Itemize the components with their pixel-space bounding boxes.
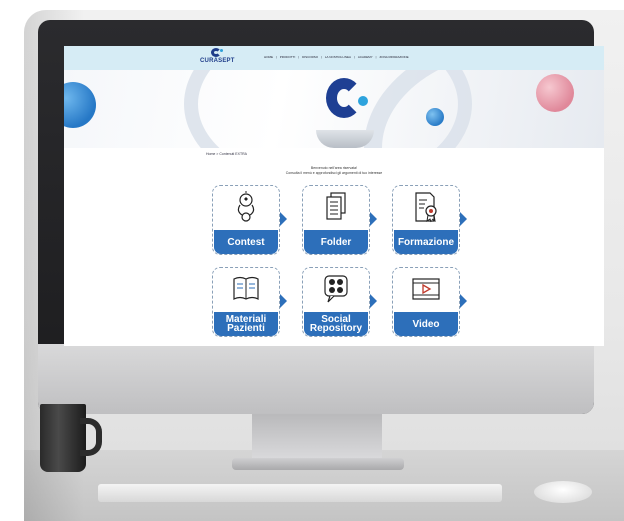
menu-item-home[interactable]: HOME	[264, 55, 273, 59]
card-formazione[interactable]: Formazione	[392, 185, 467, 259]
menu-item-academy[interactable]: ACADEMY	[358, 55, 373, 59]
video-icon	[412, 278, 440, 300]
chevron-right-icon	[460, 212, 467, 226]
site-logo[interactable]: CURASEPT	[200, 48, 236, 68]
menu-item-linea[interactable]: LA NOSTRA LINEA	[325, 55, 351, 59]
certificate-icon	[415, 192, 437, 223]
card-label: Formazione	[394, 230, 458, 254]
logo-text: CURASEPT	[200, 58, 235, 64]
card-label: Folder	[304, 230, 368, 254]
blue-sphere	[64, 82, 96, 128]
card-folder[interactable]: Folder	[302, 185, 377, 259]
chevron-right-icon	[370, 212, 377, 226]
documents-icon	[326, 192, 346, 220]
brand-dot-icon	[358, 96, 368, 106]
card-video[interactable]: Video	[392, 267, 467, 341]
menu-item-discorso[interactable]: DISCORSO	[302, 55, 318, 59]
monitor-stand-base	[232, 458, 404, 470]
keyboard	[98, 484, 502, 502]
chevron-right-icon	[370, 294, 377, 308]
menu-item-prodotti[interactable]: PRODOTTI	[280, 55, 296, 59]
pink-sphere	[536, 74, 574, 112]
breadcrumb[interactable]: Home > Contenuti EXTRA	[206, 152, 247, 156]
brand-c-icon	[326, 78, 362, 118]
welcome-text: Benvenuto nell'area riservata! Consulta …	[64, 166, 604, 176]
small-blue-sphere	[426, 108, 444, 126]
card-contest[interactable]: Contest	[212, 185, 287, 259]
book-icon	[233, 276, 259, 300]
card-social-repository[interactable]: Social Repository	[302, 267, 377, 341]
card-materiali-pazienti[interactable]: Materiali Pazienti	[212, 267, 287, 341]
hero-banner	[64, 70, 604, 148]
monitor-chin	[38, 344, 594, 414]
monitor-screen: CURASEPT HOME | PRODOTTI | DISCORSO | LA NO…	[64, 46, 604, 346]
card-label: Social Repository	[304, 312, 368, 336]
main-menu: HOME | PRODOTTI | DISCORSO | LA NOSTRA LINE…	[264, 55, 409, 59]
chevron-right-icon	[280, 212, 287, 226]
hero-bowl	[316, 130, 374, 148]
card-label: Contest	[214, 230, 278, 254]
logo-dot-icon	[220, 49, 223, 52]
menu-item-riparazione[interactable]: ZONA RIPARAZIONE	[379, 55, 408, 59]
card-label: Video	[394, 312, 458, 336]
card-label: Materiali Pazienti	[214, 312, 278, 336]
trophy-icon	[237, 191, 255, 222]
chevron-right-icon	[280, 294, 287, 308]
social-chat-icon	[324, 275, 348, 303]
mouse	[534, 481, 592, 503]
mug-handle	[80, 418, 102, 456]
top-nav: CURASEPT HOME | PRODOTTI | DISCORSO | LA NO…	[64, 46, 604, 70]
welcome-subtitle: Consulta il menù e approfondisci gli arg…	[285, 171, 383, 175]
chevron-right-icon	[460, 294, 467, 308]
